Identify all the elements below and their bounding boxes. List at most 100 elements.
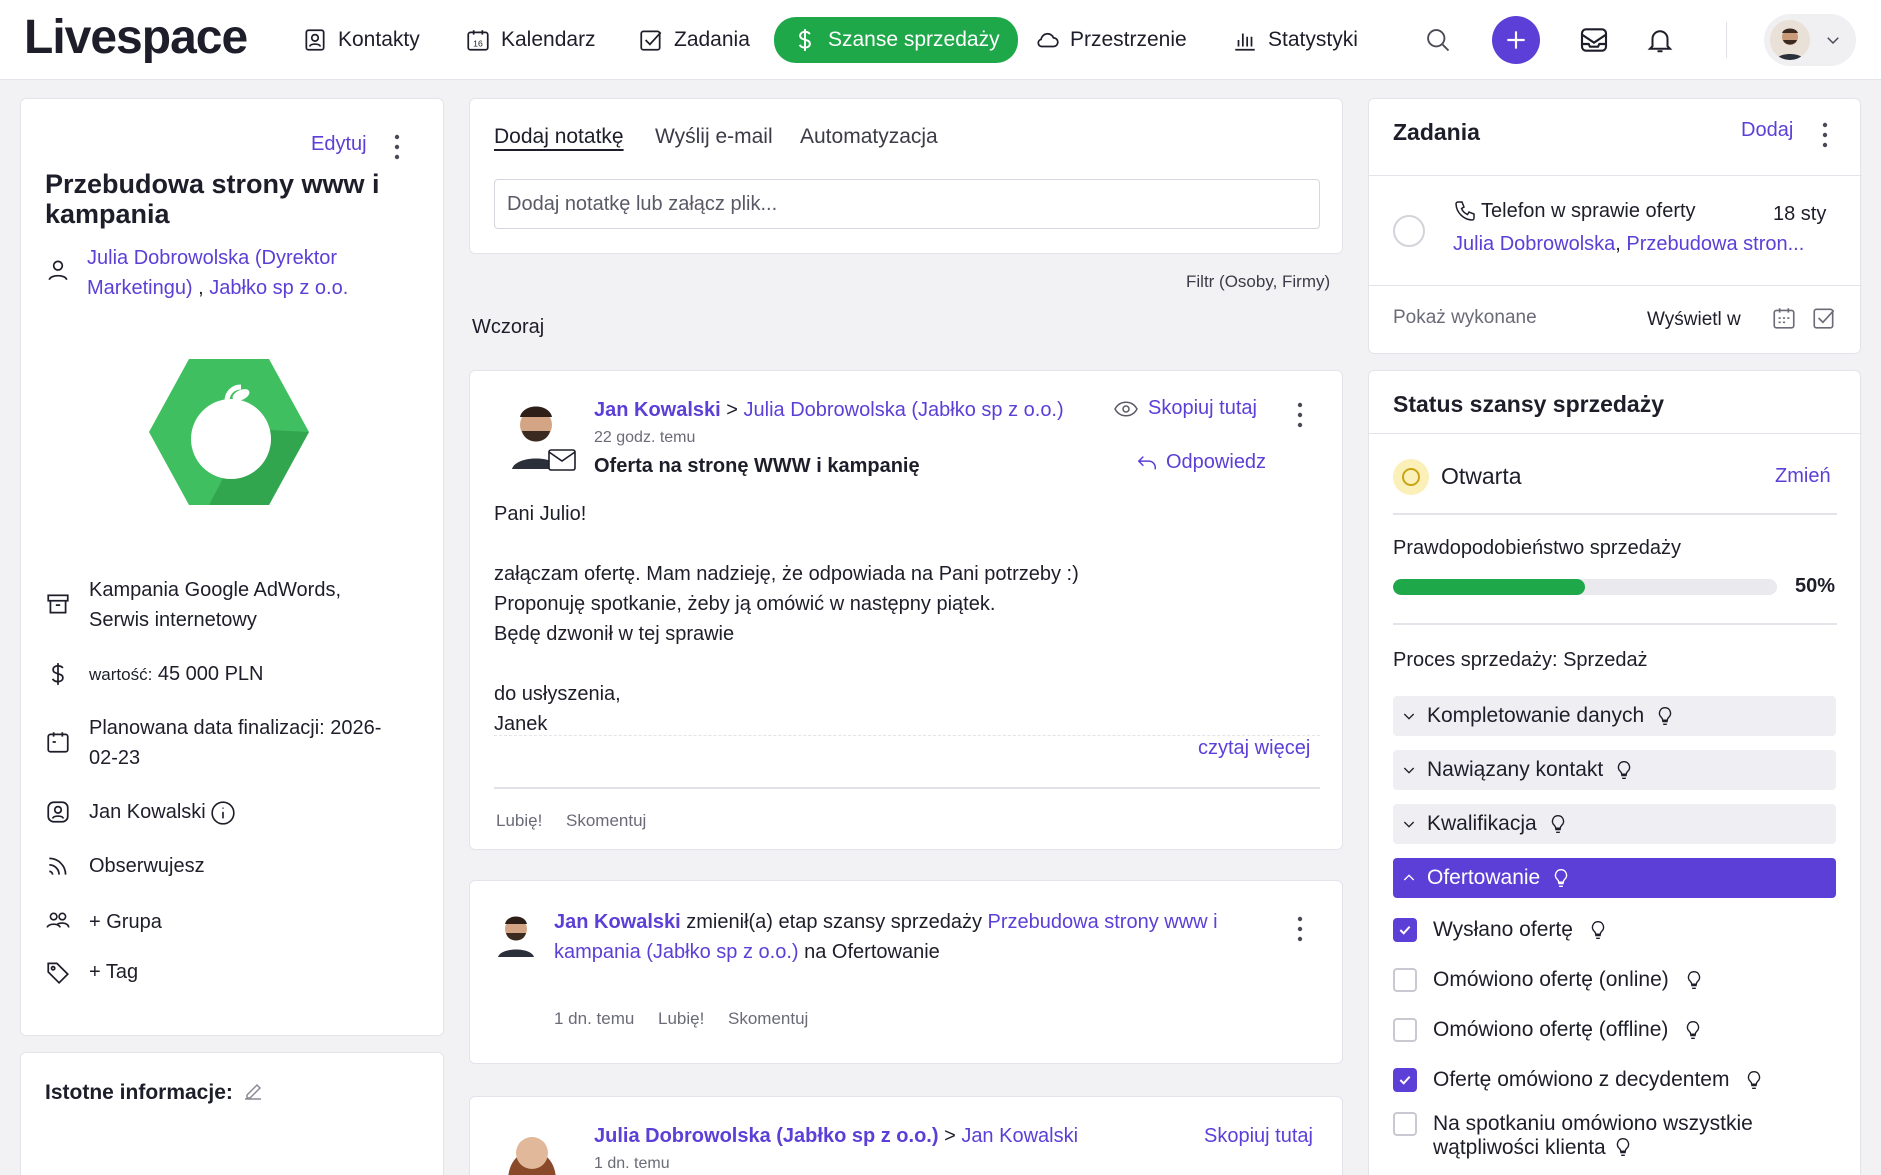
- checkbox[interactable]: [1393, 1112, 1417, 1136]
- task-view-icon[interactable]: [1811, 305, 1837, 331]
- stage-change-deal-link-1[interactable]: Przebudowa strony www i: [988, 911, 1218, 933]
- probability-value: 50%: [1795, 575, 1836, 597]
- copy-here-label: Skopiuj tutaj: [1148, 397, 1257, 419]
- deal-tag[interactable]: + Tag: [45, 957, 138, 987]
- comment-button[interactable]: Skomentuj: [728, 1009, 808, 1029]
- email-body-line: [494, 649, 1079, 679]
- lightbulb-icon[interactable]: [1743, 1068, 1765, 1092]
- deal-contact: Julia Dobrowolska (Dyrektor Marketingu) …: [45, 243, 387, 303]
- deal-group[interactable]: + Grupa: [45, 907, 162, 937]
- nav-contacts-label: Kontakty: [338, 28, 420, 51]
- nav-calendar[interactable]: 16 Kalendarz: [465, 22, 596, 58]
- copy-here-button[interactable]: Skopiuj tutaj: [1114, 397, 1257, 420]
- checklist-item-offer-sent[interactable]: Wysłano ofertę: [1393, 918, 1609, 942]
- stage-change-deal-link-2[interactable]: kampania (Jabłko sp z o.o.): [554, 941, 799, 963]
- comment-button[interactable]: Skomentuj: [566, 811, 646, 831]
- lightbulb-icon[interactable]: [1587, 918, 1609, 942]
- dollar-icon: [798, 29, 811, 51]
- search-button[interactable]: [1418, 20, 1458, 60]
- checklist-item-offer-online[interactable]: Omówiono ofertę (online): [1393, 968, 1705, 992]
- email-header: Jan Kowalski > Julia Dobrowolska (Jabłko…: [594, 399, 1064, 422]
- lightbulb-icon[interactable]: [1550, 866, 1572, 890]
- status-open-icon: [1393, 459, 1429, 495]
- nav-spaces-label: Przestrzenie: [1070, 28, 1187, 51]
- checklist-label: Omówiono ofertę (online): [1433, 968, 1669, 991]
- tab-add-note[interactable]: Dodaj notatkę: [494, 125, 624, 149]
- email-from-link[interactable]: Jan Kowalski: [594, 399, 721, 421]
- deal-details-card: Edytuj Przebudowa strony www i kampania …: [20, 98, 444, 1036]
- more-icon[interactable]: [1296, 401, 1304, 429]
- email2-from-link[interactable]: Julia Dobrowolska (Jabłko sp z o.o.): [594, 1125, 939, 1147]
- edit-link[interactable]: Edytuj: [311, 133, 367, 156]
- more-icon[interactable]: [1821, 121, 1829, 149]
- app-logo[interactable]: Livespace: [24, 10, 248, 65]
- task-title-label: Telefon w sprawie oferty: [1481, 199, 1696, 222]
- pencil-icon[interactable]: [241, 1079, 265, 1103]
- like-button[interactable]: Lubię!: [496, 811, 542, 831]
- nav-deals-label: Szanse sprzedaży: [828, 28, 1000, 51]
- create-button[interactable]: [1492, 16, 1540, 64]
- feed-email-card-2: Julia Dobrowolska (Jabłko sp z o.o.) > J…: [469, 1096, 1343, 1175]
- lightbulb-icon[interactable]: [1613, 758, 1635, 782]
- show-done-link[interactable]: Pokaż wykonane: [1393, 307, 1537, 329]
- nav-contacts[interactable]: Kontakty: [302, 22, 420, 58]
- email-to-link[interactable]: Julia Dobrowolska (Jabłko sp z o.o.): [744, 399, 1064, 421]
- plus-icon: [1507, 31, 1525, 49]
- probability-bar: [1393, 579, 1777, 595]
- lightbulb-icon[interactable]: [1612, 1135, 1634, 1159]
- notifications-button[interactable]: [1640, 20, 1680, 60]
- nav-stats[interactable]: Statystyki: [1232, 22, 1358, 58]
- checkbox[interactable]: [1393, 1018, 1417, 1042]
- deal-follow[interactable]: Obserwujesz: [45, 851, 205, 881]
- stage-data-collection[interactable]: Kompletowanie danych: [1393, 696, 1836, 736]
- like-button[interactable]: Lubię!: [658, 1009, 704, 1029]
- task-complete-toggle[interactable]: [1393, 215, 1425, 247]
- phone-icon: [1455, 201, 1475, 221]
- lightbulb-icon[interactable]: [1682, 1018, 1704, 1042]
- lightbulb-icon[interactable]: [1654, 704, 1676, 728]
- deal-value: wartość: 45 000 PLN: [45, 659, 264, 690]
- more-icon[interactable]: [1296, 915, 1304, 943]
- checklist-item-decision-maker[interactable]: Ofertę omówiono z decydentem: [1393, 1068, 1765, 1092]
- tab-automation[interactable]: Automatyzacja: [800, 125, 938, 149]
- divider: [1393, 513, 1837, 515]
- nav-deals[interactable]: Szanse sprzedaży: [774, 17, 1018, 63]
- lightbulb-icon[interactable]: [1547, 812, 1569, 836]
- reply-button[interactable]: Odpowiedz: [1136, 451, 1266, 474]
- status-change-link[interactable]: Zmień: [1775, 465, 1831, 488]
- task-person-link[interactable]: Julia Dobrowolska: [1453, 233, 1615, 255]
- tab-send-email[interactable]: Wyślij e-mail: [655, 125, 773, 149]
- note-input[interactable]: Dodaj notatkę lub załącz plik...: [494, 179, 1320, 229]
- calendar-view-icon[interactable]: [1771, 305, 1797, 331]
- more-icon[interactable]: [393, 133, 401, 163]
- nav-spaces[interactable]: Przestrzenie: [1034, 22, 1187, 58]
- stage-offering[interactable]: Ofertowanie: [1393, 858, 1836, 898]
- checkbox[interactable]: [1393, 968, 1417, 992]
- checkbox[interactable]: [1393, 918, 1417, 942]
- divider: [1369, 433, 1862, 434]
- stage-contact-established[interactable]: Nawiązany kontakt: [1393, 750, 1836, 790]
- checklist-item-offer-offline[interactable]: Omówiono ofertę (offline): [1393, 1018, 1704, 1042]
- owner-name: Jan Kowalski: [89, 801, 206, 823]
- feed-filter[interactable]: Filtr (Osoby, Firmy): [1186, 272, 1330, 292]
- feed-day-label: Wczoraj: [472, 316, 545, 338]
- company-link[interactable]: Jabłko sp z o.o.: [209, 277, 348, 299]
- checklist-item-doubts[interactable]: Na spotkaniu omówiono wszystkie wątpliwo…: [1393, 1112, 1753, 1159]
- stage-qualification[interactable]: Kwalifikacja: [1393, 804, 1836, 844]
- check-icon: [1399, 925, 1411, 935]
- task-title[interactable]: Telefon w sprawie oferty: [1453, 199, 1696, 223]
- copy-here-button[interactable]: Skopiuj tutaj: [1204, 1125, 1313, 1148]
- read-more-link[interactable]: czytaj więcej: [1198, 737, 1310, 760]
- stage-change-user-link[interactable]: Jan Kowalski: [554, 911, 681, 933]
- info-icon[interactable]: [210, 800, 236, 826]
- tasks-add-link[interactable]: Dodaj: [1741, 119, 1793, 142]
- user-menu[interactable]: [1764, 14, 1856, 66]
- email2-to-link[interactable]: Jan Kowalski: [961, 1125, 1078, 1147]
- company-logo-apple: [149, 359, 309, 505]
- checkbox[interactable]: [1393, 1068, 1417, 1092]
- inbox-button[interactable]: [1574, 20, 1614, 60]
- nav-tasks[interactable]: Zadania: [638, 22, 750, 58]
- calendar-icon: [47, 732, 69, 753]
- task-deal-link[interactable]: Przebudowa stron...: [1626, 233, 1804, 255]
- lightbulb-icon[interactable]: [1683, 968, 1705, 992]
